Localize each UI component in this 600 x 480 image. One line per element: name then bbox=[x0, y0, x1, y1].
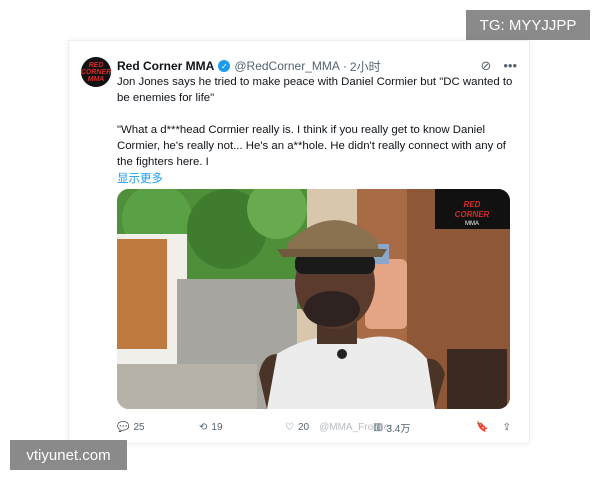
verified-badge-icon: ✓ bbox=[218, 60, 231, 72]
svg-text:RED: RED bbox=[464, 200, 481, 209]
svg-text:MMA: MMA bbox=[465, 221, 479, 227]
tweet-text-paragraph-1: Jon Jones says he tried to make peace wi… bbox=[117, 76, 513, 104]
reply-icon: 💬 bbox=[117, 421, 130, 433]
bookmark-icon[interactable]: 🔖 bbox=[476, 422, 488, 433]
views-button[interactable]: ▥ 3.4万 bbox=[373, 420, 463, 435]
like-count: 20 bbox=[297, 421, 310, 433]
handle[interactable]: @RedCorner_MMA bbox=[234, 59, 340, 73]
header-actions: ⊘ ••• bbox=[480, 58, 517, 74]
display-name[interactable]: Red Corner MMA bbox=[117, 59, 214, 73]
share-icon[interactable]: ⇪ bbox=[503, 422, 511, 433]
avatar-logo: RED CORNER MMA bbox=[80, 61, 112, 83]
right-actions: 🔖 ⇪ bbox=[476, 422, 511, 433]
tweet-media-image[interactable]: RED CORNER MMA bbox=[117, 189, 510, 409]
like-button[interactable]: ♡ 20 @MMA_Frontier bbox=[285, 421, 393, 433]
show-more-link[interactable]: 显示更多 bbox=[117, 171, 517, 187]
svg-text:CORNER: CORNER bbox=[455, 210, 490, 219]
tweet-header: Red Corner MMA ✓ @RedCorner_MMA · 2小时 ⊘ … bbox=[117, 57, 517, 75]
tweet-action-bar: 💬 25 ⟲ 19 ♡ 20 @MMA_Frontier ▥ 3.4万 🔖 ⇪ bbox=[117, 417, 511, 437]
heart-icon: ♡ bbox=[285, 421, 294, 433]
tweet-card[interactable]: RED CORNER MMA Red Corner MMA ✓ @RedCorn… bbox=[68, 40, 530, 444]
avatar[interactable]: RED CORNER MMA bbox=[81, 57, 111, 87]
views-count: 3.4万 bbox=[386, 423, 411, 435]
more-options-icon[interactable]: ••• bbox=[503, 58, 517, 74]
retweet-button[interactable]: ⟲ 19 bbox=[199, 422, 285, 433]
tweet-text-paragraph-2: "What a d***head Cormier really is. I th… bbox=[117, 124, 506, 168]
telegram-watermark: TG: MYYJJPP bbox=[466, 10, 590, 40]
reply-count: 25 bbox=[133, 421, 145, 433]
retweet-count: 19 bbox=[211, 421, 223, 433]
timestamp[interactable]: 2小时 bbox=[350, 58, 381, 75]
retweet-icon: ⟲ bbox=[199, 421, 208, 433]
views-icon: ▥ bbox=[373, 421, 383, 433]
reply-button[interactable]: 💬 25 bbox=[117, 422, 199, 433]
grok-icon[interactable]: ⊘ bbox=[480, 58, 491, 74]
tweet-text: Jon Jones says he tried to make peace wi… bbox=[117, 74, 517, 187]
media-photo: RED CORNER MMA bbox=[117, 189, 510, 409]
separator-dot: · bbox=[342, 59, 347, 73]
site-watermark: vtiyunet.com bbox=[10, 440, 127, 470]
